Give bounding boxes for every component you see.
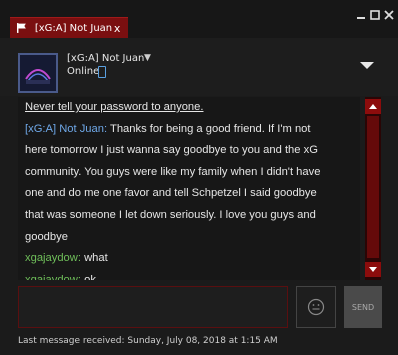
chat-log: Never tell your password to anyone. [xG:… (18, 97, 360, 280)
chat-tab[interactable]: [xG:A] Not Juan x (10, 17, 128, 38)
phone-icon (98, 66, 106, 78)
scroll-thumb[interactable] (367, 116, 379, 258)
scroll-down-icon[interactable] (365, 262, 381, 277)
message-line: goodbye (25, 230, 68, 243)
maximize-icon[interactable] (369, 9, 381, 21)
tab-label: [xG:A] Not Juan (34, 22, 113, 34)
conversation-header: [xG:A] Not Juan ▼ Online (0, 38, 398, 96)
message-sender[interactable]: [xG:A] Not Juan (25, 123, 104, 135)
status-text: Online (67, 66, 100, 77)
message-line: xgajaydow: ok (18, 270, 360, 280)
title-bar: [xG:A] Not Juan x (0, 0, 398, 39)
message-sender[interactable]: xgajaydow (25, 274, 78, 280)
message-line: here tomorrow I just wanna say goodbye t… (25, 144, 318, 157)
emoji-icon (307, 298, 325, 316)
close-icon[interactable] (383, 9, 395, 21)
send-button[interactable]: SEND (344, 286, 382, 328)
message-line: that was someone I let down seriously. I… (25, 208, 316, 221)
header-dropdown-icon[interactable] (360, 62, 374, 69)
message-line: community. You guys were like my family … (25, 165, 321, 178)
warning-line: Never tell your password to anyone. (18, 97, 360, 119)
message-line: one and do me one favor and tell Schpetz… (25, 187, 317, 200)
message-text: ok (84, 273, 96, 280)
message-line: [xG:A] Not Juan: Thanks for being a good… (18, 119, 360, 141)
emoji-button[interactable] (296, 286, 336, 328)
avatar[interactable] (18, 53, 58, 93)
message-input[interactable] (18, 286, 288, 328)
message-text: Thanks for being a good friend. If I'm n… (109, 122, 311, 135)
contact-name[interactable]: [xG:A] Not Juan (67, 53, 144, 64)
message-sender[interactable]: xgajaydow (25, 252, 78, 264)
flag-icon (16, 23, 26, 33)
minimize-icon[interactable] (355, 9, 367, 21)
chevron-down-icon[interactable]: ▼ (144, 53, 151, 63)
tab-close-icon[interactable]: x (112, 22, 122, 35)
last-message-status: Last message received: Sunday, July 08, … (18, 336, 278, 346)
password-warning: Never tell your password to anyone. (25, 101, 204, 113)
chat-scrollbar[interactable] (365, 97, 381, 280)
message-line: xgajaydow: what (18, 248, 360, 270)
message-text: what (84, 252, 108, 265)
avatar-logo-icon (20, 55, 56, 91)
scroll-up-icon[interactable] (365, 99, 381, 114)
